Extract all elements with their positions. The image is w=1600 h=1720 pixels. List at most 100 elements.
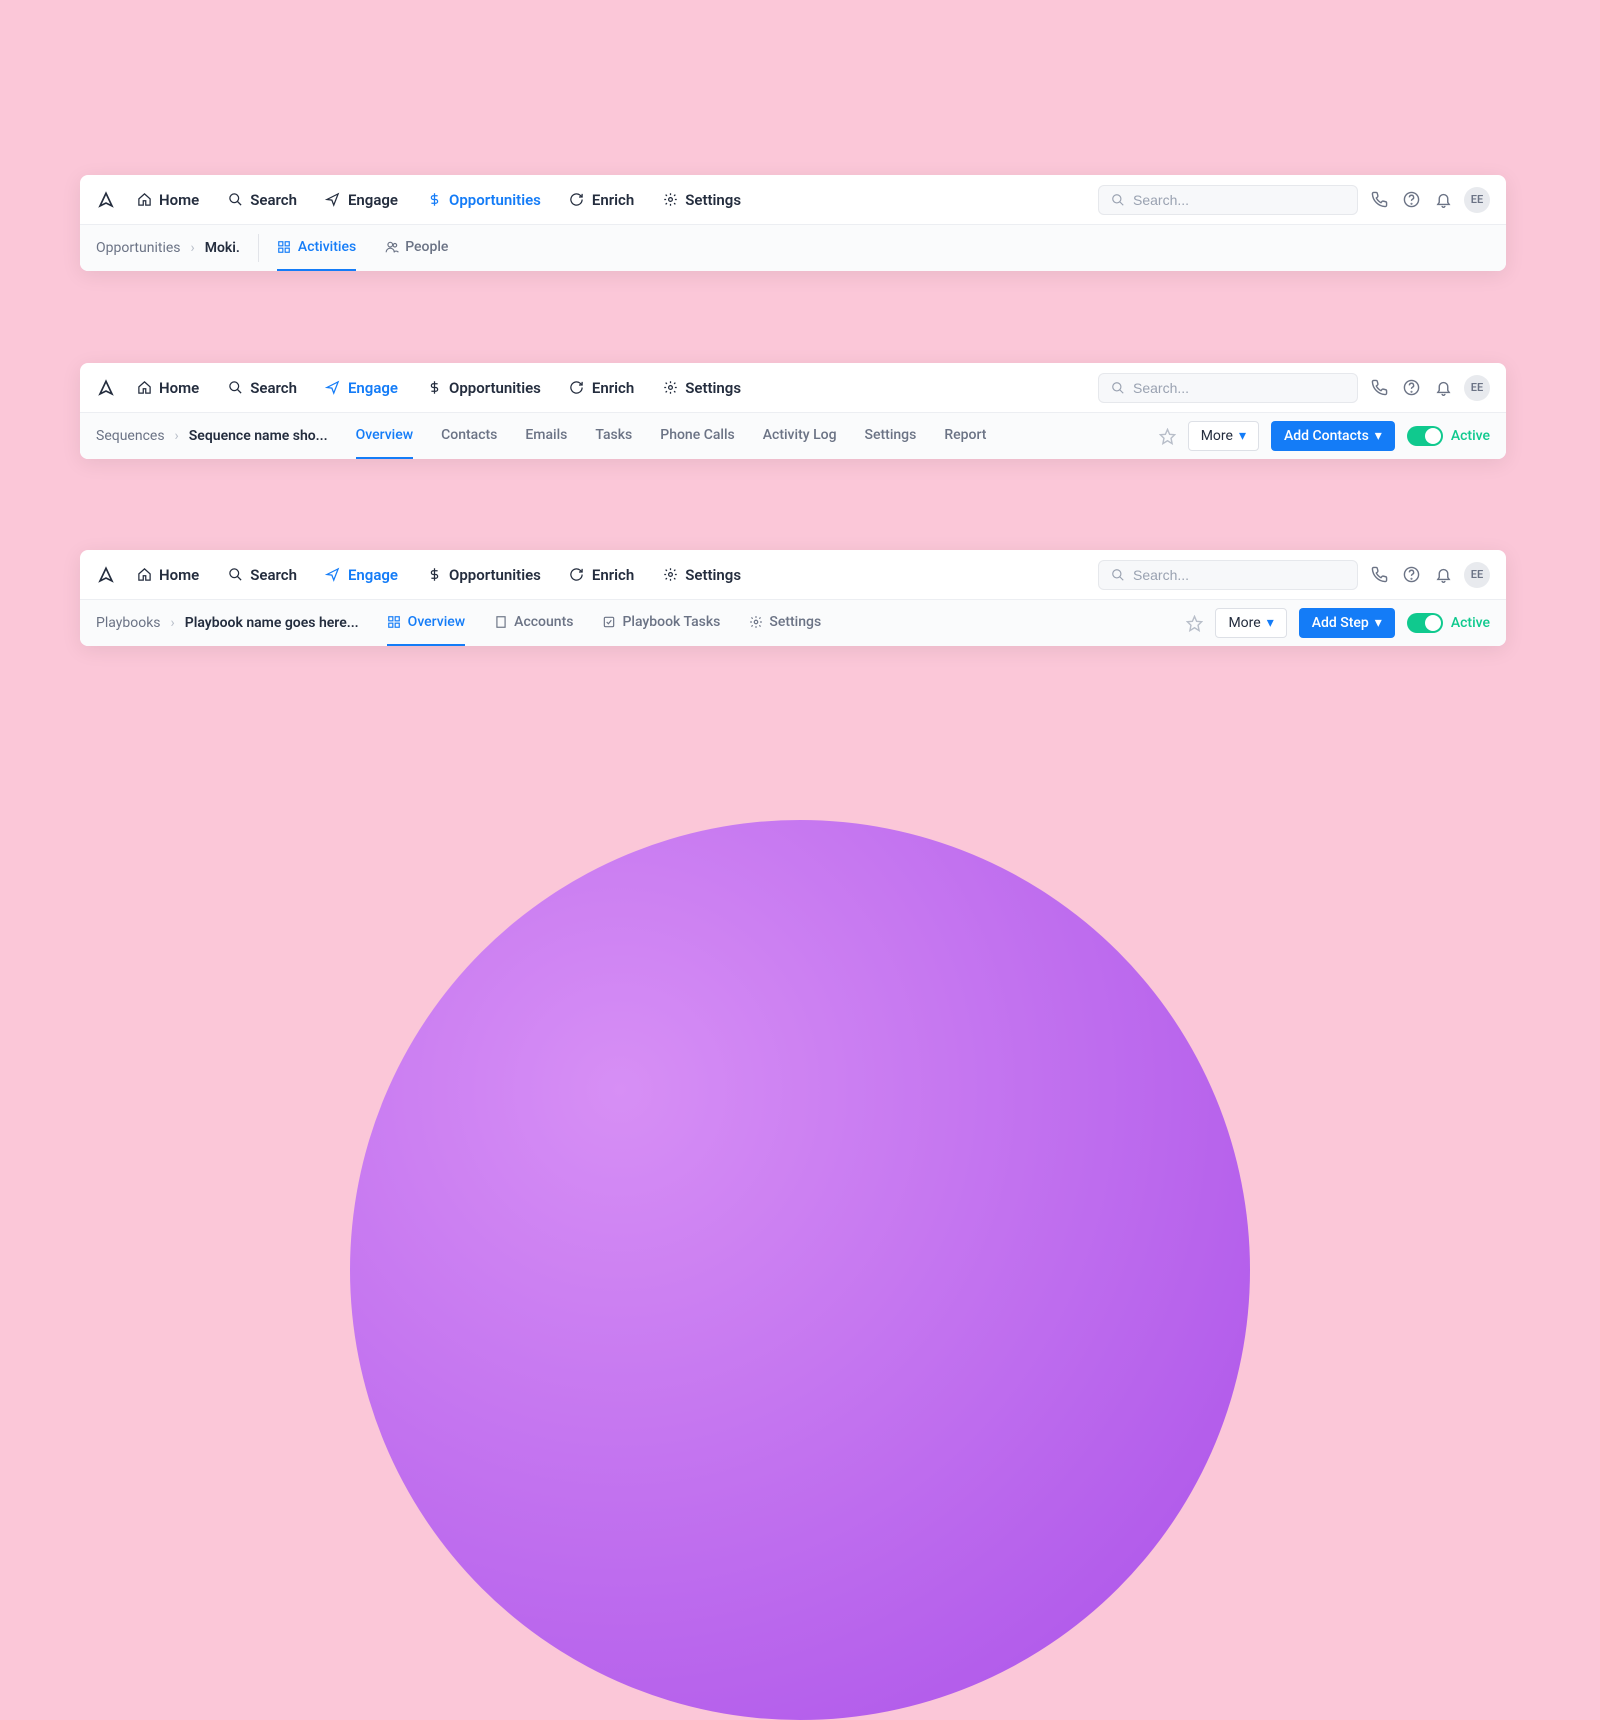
nav-label: Home xyxy=(159,379,199,397)
bell-icon[interactable] xyxy=(1432,564,1454,586)
star-icon[interactable] xyxy=(1186,615,1203,632)
dollar-icon xyxy=(426,380,442,396)
avatar[interactable]: EE xyxy=(1464,375,1490,401)
search-box[interactable] xyxy=(1098,560,1358,590)
star-icon[interactable] xyxy=(1159,428,1176,445)
tab-overview[interactable]: Overview xyxy=(387,600,465,646)
header-card-sequences: Home Search Engage Opportunities Enrich … xyxy=(80,363,1506,459)
nav-opportunities[interactable]: Opportunities xyxy=(426,379,541,397)
nav-settings[interactable]: Settings xyxy=(662,379,741,397)
add-step-button[interactable]: Add Step ▾ xyxy=(1299,608,1395,638)
search-icon xyxy=(1111,381,1125,395)
nav-engage[interactable]: Engage xyxy=(325,566,398,584)
bell-icon[interactable] xyxy=(1432,377,1454,399)
refresh-icon xyxy=(569,380,585,396)
search-input[interactable] xyxy=(1133,380,1345,396)
nav-home[interactable]: Home xyxy=(136,566,199,584)
nav-settings[interactable]: Settings xyxy=(662,191,741,209)
nav-home[interactable]: Home xyxy=(136,379,199,397)
search-icon xyxy=(1111,568,1125,582)
more-button[interactable]: More ▾ xyxy=(1215,608,1286,638)
nav-label: Enrich xyxy=(592,566,634,584)
breadcrumb-item[interactable]: Playbooks xyxy=(96,615,161,631)
tab-accounts[interactable]: Accounts xyxy=(493,600,573,646)
logo[interactable] xyxy=(96,565,116,585)
nav-enrich[interactable]: Enrich xyxy=(569,379,634,397)
chevron-right-icon: › xyxy=(171,615,175,631)
tab-label: Emails xyxy=(525,427,567,443)
active-toggle[interactable] xyxy=(1407,613,1443,633)
chevron-right-icon: › xyxy=(191,240,195,256)
building-icon xyxy=(493,615,508,630)
tab-label: Overview xyxy=(356,427,413,443)
tab-settings[interactable]: Settings xyxy=(748,600,821,646)
caret-down-icon: ▾ xyxy=(1239,428,1246,444)
header-card-playbooks: Home Search Engage Opportunities Enrich … xyxy=(80,550,1506,646)
avatar[interactable]: EE xyxy=(1464,562,1490,588)
button-label: Add Contacts xyxy=(1284,428,1369,444)
logo[interactable] xyxy=(96,190,116,210)
caret-down-icon: ▾ xyxy=(1267,615,1274,631)
search-box[interactable] xyxy=(1098,373,1358,403)
nav-engage[interactable]: Engage xyxy=(325,379,398,397)
tab-report[interactable]: Report xyxy=(944,413,986,459)
divider xyxy=(258,234,259,262)
top-nav: Home Search Engage Opportunities Enrich … xyxy=(80,550,1506,600)
home-icon xyxy=(136,567,152,583)
nav-opportunities[interactable]: Opportunities xyxy=(426,566,541,584)
send-icon xyxy=(325,567,341,583)
nav-label: Home xyxy=(159,191,199,209)
more-button[interactable]: More ▾ xyxy=(1188,421,1259,451)
tab-playbook-tasks[interactable]: Playbook Tasks xyxy=(601,600,720,646)
search-box[interactable] xyxy=(1098,185,1358,215)
tab-label: Overview xyxy=(408,614,465,630)
tab-tasks[interactable]: Tasks xyxy=(595,413,632,459)
tab-activity-log[interactable]: Activity Log xyxy=(763,413,837,459)
tab-label: Accounts xyxy=(514,614,573,630)
send-icon xyxy=(325,192,341,208)
tab-activities[interactable]: Activities xyxy=(277,225,356,271)
dollar-icon xyxy=(426,567,442,583)
nav-settings[interactable]: Settings xyxy=(662,566,741,584)
help-icon[interactable] xyxy=(1400,189,1422,211)
phone-icon[interactable] xyxy=(1368,189,1390,211)
nav-label: Search xyxy=(250,566,297,584)
tab-people[interactable]: People xyxy=(384,225,448,271)
nav-opportunities[interactable]: Opportunities xyxy=(426,191,541,209)
search-icon xyxy=(1111,193,1125,207)
add-contacts-button[interactable]: Add Contacts ▾ xyxy=(1271,421,1395,451)
nav-enrich[interactable]: Enrich xyxy=(569,191,634,209)
tab-overview[interactable]: Overview xyxy=(356,413,413,459)
tab-label: Tasks xyxy=(595,427,632,443)
people-icon xyxy=(384,240,399,255)
nav-label: Search xyxy=(250,191,297,209)
phone-icon[interactable] xyxy=(1368,564,1390,586)
tab-label: People xyxy=(405,239,448,255)
nav-search[interactable]: Search xyxy=(227,191,297,209)
bell-icon[interactable] xyxy=(1432,189,1454,211)
nav-enrich[interactable]: Enrich xyxy=(569,566,634,584)
decorative-circle xyxy=(350,820,1250,1720)
tab-settings[interactable]: Settings xyxy=(865,413,917,459)
nav-label: Engage xyxy=(348,191,398,209)
breadcrumb-item[interactable]: Opportunities xyxy=(96,240,181,256)
phone-icon[interactable] xyxy=(1368,377,1390,399)
search-input[interactable] xyxy=(1133,567,1345,583)
nav-search[interactable]: Search xyxy=(227,566,297,584)
breadcrumb: Sequences › Sequence name sho... xyxy=(96,428,328,444)
tab-phone-calls[interactable]: Phone Calls xyxy=(660,413,734,459)
avatar[interactable]: EE xyxy=(1464,187,1490,213)
header-card-opportunities: Home Search Engage Opportunities Enrich … xyxy=(80,175,1506,271)
active-toggle[interactable] xyxy=(1407,426,1443,446)
tab-contacts[interactable]: Contacts xyxy=(441,413,497,459)
tab-emails[interactable]: Emails xyxy=(525,413,567,459)
nav-home[interactable]: Home xyxy=(136,191,199,209)
search-input[interactable] xyxy=(1133,192,1345,208)
nav-search[interactable]: Search xyxy=(227,379,297,397)
nav-engage[interactable]: Engage xyxy=(325,191,398,209)
help-icon[interactable] xyxy=(1400,564,1422,586)
caret-down-icon: ▾ xyxy=(1375,428,1382,444)
breadcrumb-item[interactable]: Sequences xyxy=(96,428,165,444)
help-icon[interactable] xyxy=(1400,377,1422,399)
logo[interactable] xyxy=(96,378,116,398)
